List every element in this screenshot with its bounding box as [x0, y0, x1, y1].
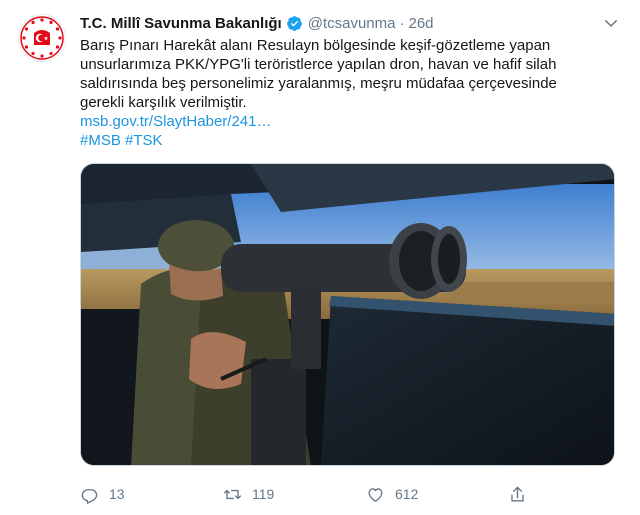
reply-count: 13 [109, 486, 125, 502]
like-count: 612 [395, 486, 419, 502]
chevron-down-icon[interactable] [602, 14, 620, 32]
tweet-actions: 13 119 612 [80, 483, 540, 505]
reply-icon [81, 488, 98, 504]
user-handle[interactable]: @tcsavunma [308, 15, 396, 32]
share-button[interactable] [508, 483, 537, 505]
tweet-text-line: gerekli karşılık verilmiştir. [80, 94, 247, 111]
like-button[interactable]: 612 [366, 483, 418, 505]
tweet-text-line: unsurlarımıza PKK/YPG'li teröristlerce y… [80, 56, 557, 73]
display-name[interactable]: T.C. Millî Savunma Bakanlığı [80, 15, 282, 32]
tweet[interactable]: T.C. Millî Savunma Bakanlığı @tcsavunma … [0, 0, 640, 515]
share-icon [511, 486, 524, 502]
avatar[interactable] [18, 14, 66, 62]
tweet-link[interactable]: msb.gov.tr/SlaytHaber/241… [80, 112, 580, 131]
heart-icon [368, 487, 383, 502]
separator-dot: · [399, 14, 405, 32]
tweet-header: T.C. Millî Savunma Bakanlığı @tcsavunma … [80, 12, 620, 34]
tweet-text-line: saldırısında beş personelimiz yaralanmış… [80, 75, 557, 92]
tweet-photo[interactable] [80, 163, 615, 466]
tweet-hashtags[interactable]: #MSB #TSK [80, 131, 580, 150]
verified-badge-icon [286, 15, 303, 32]
retweet-button[interactable]: 119 [223, 483, 274, 505]
reply-button[interactable]: 13 [80, 483, 125, 505]
tweet-text: Barış Pınarı Harekât alanı Resulayn bölg… [80, 36, 580, 150]
tweet-text-line: Barış Pınarı Harekât alanı Resulayn bölg… [80, 37, 551, 54]
tweet-timestamp[interactable]: 26d [408, 15, 433, 32]
retweet-count: 119 [252, 486, 275, 502]
ministry-emblem-icon [20, 16, 64, 60]
retweet-icon [223, 489, 242, 499]
